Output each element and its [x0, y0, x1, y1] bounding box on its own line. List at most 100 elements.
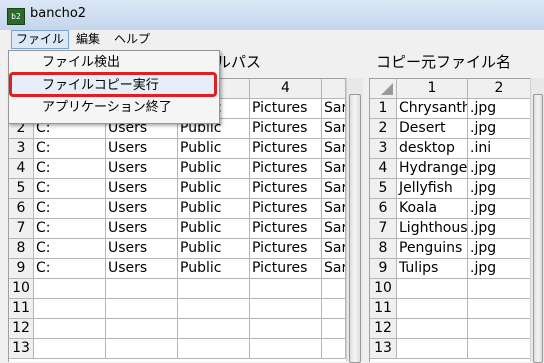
left-cell[interactable]: Public — [178, 259, 250, 279]
left-cell[interactable] — [106, 319, 178, 339]
left-cell[interactable]: Pictures — [250, 119, 322, 139]
left-scrollbar[interactable] — [346, 78, 363, 363]
left-cell[interactable] — [250, 339, 322, 359]
right-cell[interactable]: .jpg — [468, 239, 531, 259]
menu-file[interactable]: ファイル — [11, 30, 70, 49]
menu-help[interactable]: ヘルプ — [110, 31, 154, 48]
left-cell[interactable]: Sar — [322, 139, 346, 159]
left-cell[interactable] — [34, 319, 106, 339]
left-scroll-thumb[interactable] — [349, 94, 361, 363]
right-cell[interactable] — [468, 279, 531, 299]
left-cell[interactable]: Sar — [322, 99, 346, 119]
left-cell[interactable]: Pictures — [250, 239, 322, 259]
left-cell[interactable]: Public — [178, 139, 250, 159]
left-cell[interactable]: C: — [34, 219, 106, 239]
right-cell[interactable]: .jpg — [468, 159, 531, 179]
right-cell[interactable] — [468, 339, 531, 359]
right-cell[interactable]: Jellyfish — [397, 179, 468, 199]
right-cell[interactable]: .jpg — [468, 219, 531, 239]
left-cell[interactable]: C: — [34, 199, 106, 219]
left-cell[interactable] — [34, 279, 106, 299]
left-cell[interactable]: Sar — [322, 119, 346, 139]
left-cell[interactable]: Sar — [322, 259, 346, 279]
left-cell[interactable]: Users — [106, 139, 178, 159]
right-cell[interactable]: .jpg — [468, 99, 531, 119]
right-cell[interactable]: Hydrangea — [397, 159, 468, 179]
right-cell[interactable]: .jpg — [468, 259, 531, 279]
left-cell[interactable] — [178, 279, 250, 299]
left-cell[interactable] — [250, 319, 322, 339]
left-cell[interactable]: Pictures — [250, 259, 322, 279]
right-cell[interactable]: desktop — [397, 139, 468, 159]
right-row-header: 6 — [370, 199, 397, 219]
left-cell[interactable] — [322, 339, 346, 359]
left-cell[interactable]: Pictures — [250, 179, 322, 199]
menu-edit[interactable]: 編集 — [72, 31, 104, 48]
right-row-header: 10 — [370, 279, 397, 299]
right-cell[interactable]: .jpg — [468, 119, 531, 139]
right-grid[interactable]: 1 2 1 Chrysanth .jpg 2 Desert .jpg 3 desktop .ini 4… — [369, 78, 531, 362]
right-header-cell: 2 — [468, 79, 531, 99]
left-cell[interactable]: Sar — [322, 179, 346, 199]
left-cell[interactable]: C: — [34, 239, 106, 259]
right-cell[interactable]: Penguins — [397, 239, 468, 259]
left-cell[interactable] — [178, 339, 250, 359]
right-cell[interactable] — [397, 299, 468, 319]
right-cell[interactable]: Desert — [397, 119, 468, 139]
left-cell[interactable]: Users — [106, 179, 178, 199]
left-cell[interactable]: Sar — [322, 239, 346, 259]
left-row-header: 12 — [9, 319, 34, 339]
left-cell[interactable]: Public — [178, 219, 250, 239]
menu-item-detect-files[interactable]: ファイル検出 — [10, 53, 216, 73]
left-cell[interactable] — [34, 339, 106, 359]
left-cell[interactable] — [106, 339, 178, 359]
right-cell[interactable]: Koala — [397, 199, 468, 219]
left-cell[interactable] — [322, 279, 346, 299]
right-cell[interactable] — [468, 319, 531, 339]
right-scroll-thumb[interactable] — [533, 94, 543, 363]
left-cell[interactable]: Public — [178, 159, 250, 179]
right-cell[interactable]: .jpg — [468, 199, 531, 219]
right-cell[interactable] — [468, 299, 531, 319]
right-cell[interactable]: Lighthouse — [397, 219, 468, 239]
left-cell[interactable] — [178, 319, 250, 339]
left-cell[interactable]: Pictures — [250, 199, 322, 219]
right-cell[interactable]: .ini — [468, 139, 531, 159]
left-cell[interactable]: Users — [106, 239, 178, 259]
left-cell[interactable] — [34, 299, 106, 319]
left-cell[interactable]: C: — [34, 159, 106, 179]
left-cell[interactable] — [250, 299, 322, 319]
right-scrollbar[interactable] — [530, 78, 544, 363]
left-cell[interactable]: C: — [34, 259, 106, 279]
left-cell[interactable] — [322, 299, 346, 319]
right-cell[interactable]: Chrysanth — [397, 99, 468, 119]
left-cell[interactable]: C: — [34, 179, 106, 199]
left-cell[interactable] — [250, 279, 322, 299]
right-cell[interactable] — [397, 279, 468, 299]
left-cell[interactable]: Pictures — [250, 219, 322, 239]
left-cell[interactable]: Sar — [322, 199, 346, 219]
menu-item-exit-app[interactable]: アプリケーション終了 — [10, 98, 216, 118]
left-cell[interactable]: Sar — [322, 219, 346, 239]
left-cell[interactable]: Users — [106, 159, 178, 179]
left-cell[interactable]: Pictures — [250, 99, 322, 119]
left-cell[interactable]: Pictures — [250, 139, 322, 159]
left-cell[interactable]: Pictures — [250, 159, 322, 179]
right-cell[interactable] — [397, 319, 468, 339]
left-cell[interactable] — [322, 319, 346, 339]
left-cell[interactable]: Users — [106, 199, 178, 219]
left-cell[interactable]: Public — [178, 179, 250, 199]
left-cell[interactable]: Users — [106, 259, 178, 279]
left-cell[interactable]: Sar — [322, 159, 346, 179]
right-cell[interactable]: .jpg — [468, 179, 531, 199]
right-cell[interactable] — [397, 339, 468, 359]
left-cell[interactable]: Public — [178, 199, 250, 219]
left-cell[interactable] — [178, 299, 250, 319]
left-cell[interactable] — [106, 279, 178, 299]
left-cell[interactable]: C: — [34, 139, 106, 159]
left-cell[interactable]: Public — [178, 239, 250, 259]
right-cell[interactable]: Tulips — [397, 259, 468, 279]
left-cell[interactable] — [106, 299, 178, 319]
left-cell[interactable]: Users — [106, 219, 178, 239]
left-row-header: 7 — [9, 219, 34, 239]
